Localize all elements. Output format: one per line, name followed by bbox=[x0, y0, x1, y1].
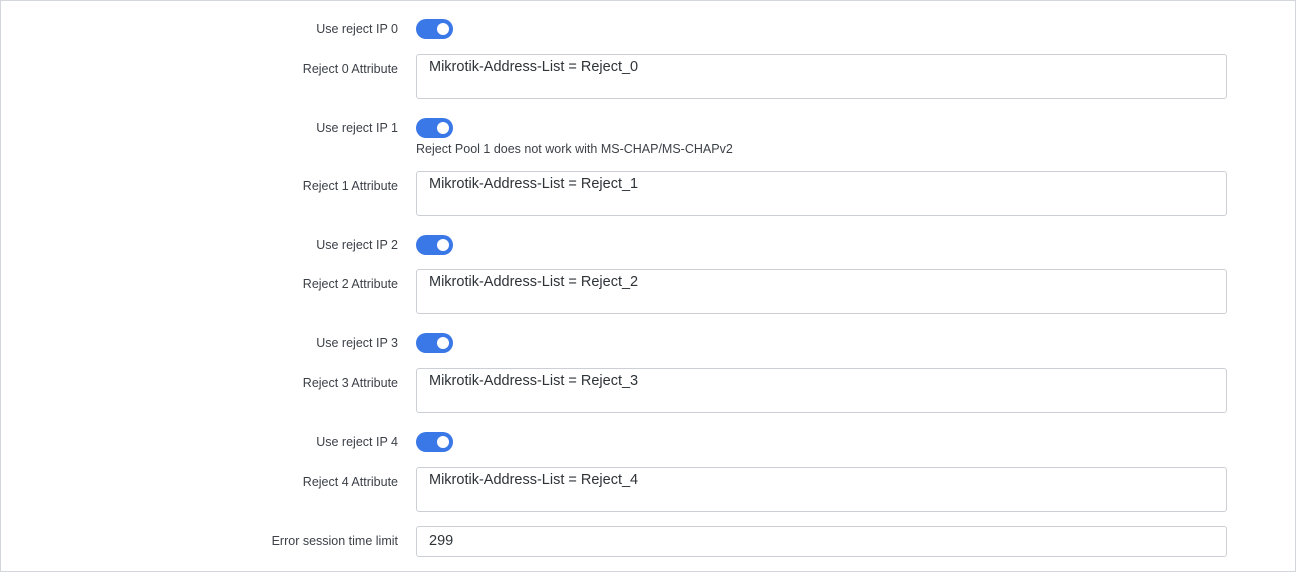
reject-2-attribute-textarea[interactable]: Mikrotik-Address-List = Reject_2 bbox=[416, 269, 1227, 314]
reject-4-attribute-label: Reject 4 Attribute bbox=[302, 475, 398, 489]
toggle-knob bbox=[437, 23, 449, 35]
toggle-knob bbox=[437, 436, 449, 448]
settings-panel: Use reject IP 0 Reject 0 Attribute Mikro… bbox=[0, 0, 1296, 572]
use-reject-ip-3-label: Use reject IP 3 bbox=[316, 336, 398, 350]
toggle-knob bbox=[437, 122, 449, 134]
use-reject-ip-4-label: Use reject IP 4 bbox=[316, 435, 398, 449]
reject-4-attribute-textarea[interactable]: Mikrotik-Address-List = Reject_4 bbox=[416, 467, 1227, 512]
reject-1-attribute-label: Reject 1 Attribute bbox=[302, 179, 398, 193]
use-reject-ip-2-label: Use reject IP 2 bbox=[316, 238, 398, 252]
reject-2-attribute-label: Reject 2 Attribute bbox=[302, 277, 398, 291]
reject-1-attribute-textarea[interactable]: Mikrotik-Address-List = Reject_1 bbox=[416, 171, 1227, 216]
use-reject-ip-0-toggle[interactable] bbox=[416, 19, 453, 39]
use-reject-ip-4-toggle[interactable] bbox=[416, 432, 453, 452]
reject-0-attribute-label: Reject 0 Attribute bbox=[302, 62, 398, 76]
use-reject-ip-3-toggle[interactable] bbox=[416, 333, 453, 353]
reject-3-attribute-label: Reject 3 Attribute bbox=[302, 376, 398, 390]
toggle-knob bbox=[437, 337, 449, 349]
toggle-knob bbox=[437, 239, 449, 251]
use-reject-ip-1-toggle[interactable] bbox=[416, 118, 453, 138]
reject-pool-1-help-text: Reject Pool 1 does not work with MS-CHAP… bbox=[416, 142, 733, 156]
error-session-time-limit-label: Error session time limit bbox=[271, 534, 398, 548]
reject-0-attribute-textarea[interactable]: Mikrotik-Address-List = Reject_0 bbox=[416, 54, 1227, 99]
reject-3-attribute-textarea[interactable]: Mikrotik-Address-List = Reject_3 bbox=[416, 368, 1227, 413]
use-reject-ip-1-label: Use reject IP 1 bbox=[316, 121, 398, 135]
use-reject-ip-2-toggle[interactable] bbox=[416, 235, 453, 255]
use-reject-ip-0-label: Use reject IP 0 bbox=[316, 22, 398, 36]
error-session-time-limit-input[interactable]: 299 bbox=[416, 526, 1227, 557]
